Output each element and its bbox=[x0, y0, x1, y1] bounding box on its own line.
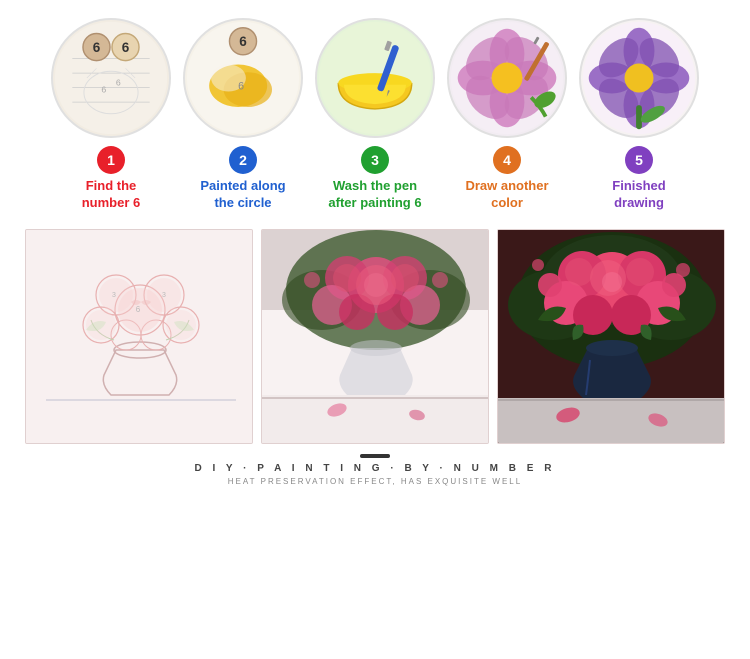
footer-dots bbox=[360, 454, 390, 458]
step-text-line2-3: after painting 6 bbox=[328, 195, 421, 210]
step-text-line1-3: Wash the pen bbox=[333, 178, 417, 193]
step-badge-1: 1 bbox=[97, 146, 125, 174]
step-label-3: 3 Wash the pen after painting 6 bbox=[315, 146, 435, 212]
badge-number-1: 1 bbox=[107, 152, 115, 168]
images-section: 6 3 3 bbox=[0, 217, 750, 444]
badge-number-2: 2 bbox=[239, 152, 247, 168]
svg-text:6: 6 bbox=[239, 34, 247, 49]
footer-section: D I Y · P A I N T I N G · B Y · N U M B … bbox=[195, 454, 556, 486]
step-text-3: Wash the pen after painting 6 bbox=[328, 178, 421, 212]
svg-text:3: 3 bbox=[112, 292, 116, 299]
painting-image-2 bbox=[261, 229, 489, 444]
step-text-line2-1: number 6 bbox=[82, 195, 141, 210]
step-label-4: 4 Draw another color bbox=[447, 146, 567, 212]
step-text-4: Draw another color bbox=[465, 178, 548, 212]
badge-number-4: 4 bbox=[503, 152, 511, 168]
page-wrapper: 6 6 6 6 6 bbox=[0, 0, 750, 659]
step-text-2: Painted along the circle bbox=[200, 178, 285, 212]
step-text-line1-2: Painted along bbox=[200, 178, 285, 193]
step-circle-5 bbox=[579, 18, 699, 138]
step-text-line1-4: Draw another bbox=[465, 178, 548, 193]
step-text-line1-5: Finished bbox=[612, 178, 665, 193]
step-text-line2-5: drawing bbox=[614, 195, 664, 210]
svg-text:6: 6 bbox=[136, 305, 141, 314]
step-text-line2-2: the circle bbox=[214, 195, 271, 210]
step-label-1: 1 Find the number 6 bbox=[51, 146, 171, 212]
circles-row: 6 6 6 6 6 bbox=[10, 18, 740, 138]
step-badge-3: 3 bbox=[361, 146, 389, 174]
step-circle-3 bbox=[315, 18, 435, 138]
step-text-line1-1: Find the bbox=[86, 178, 137, 193]
step-label-5: 5 Finished drawing bbox=[579, 146, 699, 212]
step-circle-1: 6 6 6 6 bbox=[51, 18, 171, 138]
step-text-1: Find the number 6 bbox=[82, 178, 141, 212]
step-text-5: Finished drawing bbox=[612, 178, 665, 212]
svg-text:6: 6 bbox=[101, 85, 106, 95]
footer-sub-text: HEAT PRESERVATION EFFECT, HAS EXQUISITE … bbox=[228, 477, 522, 486]
svg-text:6: 6 bbox=[122, 40, 130, 55]
step-badge-4: 4 bbox=[493, 146, 521, 174]
steps-section: 6 6 6 6 6 bbox=[0, 0, 750, 217]
badge-number-3: 3 bbox=[371, 152, 379, 168]
painting-image-1: 6 3 3 bbox=[25, 229, 253, 444]
svg-text:6: 6 bbox=[116, 78, 121, 88]
badge-number-5: 5 bbox=[635, 152, 643, 168]
step-circle-2: 6 6 bbox=[183, 18, 303, 138]
labels-row: 1 Find the number 6 2 Painted along the … bbox=[10, 146, 740, 212]
step-badge-5: 5 bbox=[625, 146, 653, 174]
footer-main-text: D I Y · P A I N T I N G · B Y · N U M B … bbox=[195, 463, 556, 474]
painting-image-3 bbox=[497, 229, 725, 444]
svg-text:6: 6 bbox=[93, 40, 101, 55]
svg-text:6: 6 bbox=[238, 81, 244, 93]
step-text-line2-4: color bbox=[491, 195, 523, 210]
step-badge-2: 2 bbox=[229, 146, 257, 174]
step-label-2: 2 Painted along the circle bbox=[183, 146, 303, 212]
svg-text:3: 3 bbox=[162, 292, 166, 299]
step-circle-4 bbox=[447, 18, 567, 138]
